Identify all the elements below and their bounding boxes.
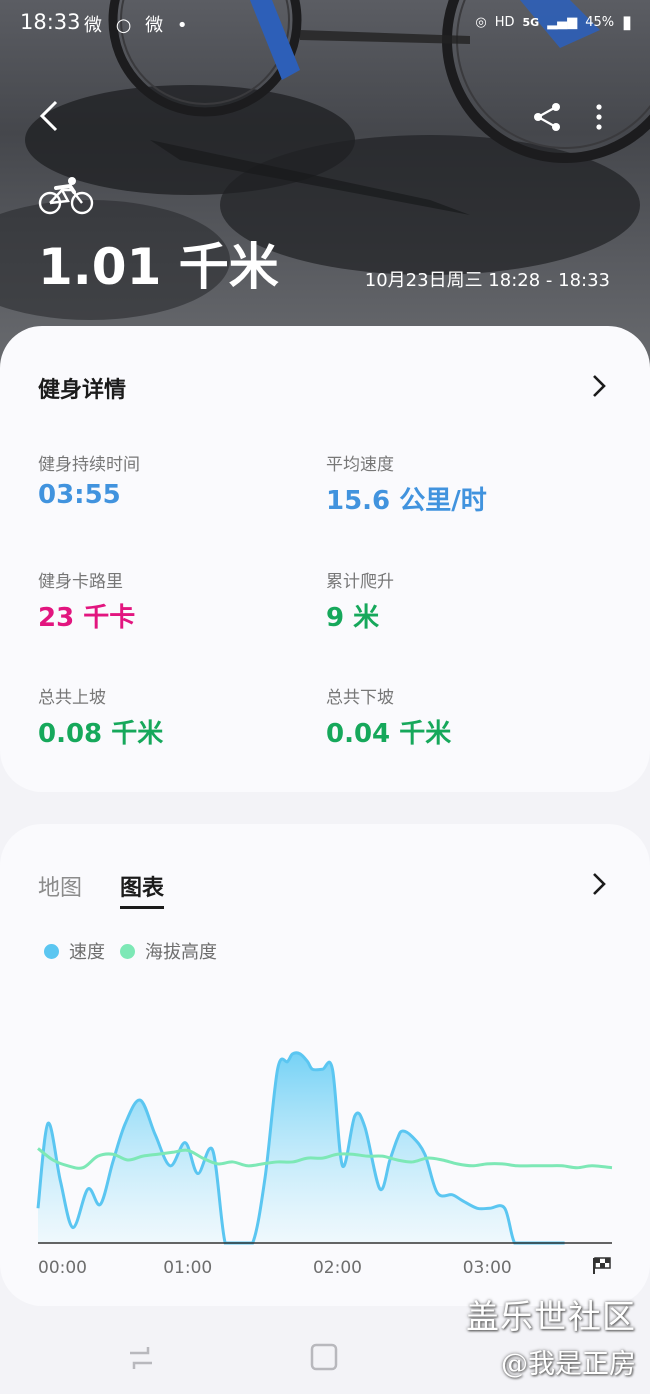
checkered-flag-icon: [593, 1257, 611, 1274]
notification-icons: 微 ○ 微 •: [84, 15, 192, 36]
chart-chevron-right-icon[interactable]: [588, 870, 610, 898]
watermark-community: 盖乐世社区: [466, 1297, 636, 1336]
avg-speed-value: 15.6 公里/时: [326, 486, 487, 516]
hero-banner: 18:33 微 ○ 微 • ◎ HD 5G ▂▄▆ 45% ▮ 1.01 千米 …: [0, 0, 650, 380]
cycling-icon: [38, 177, 94, 215]
workout-datetime: 10月23日周三 18:28 - 18:33: [364, 270, 610, 291]
x-tick-label: 02:00: [313, 1258, 362, 1278]
share-button[interactable]: [530, 100, 564, 134]
uphill-label: 总共上坡: [38, 688, 106, 708]
back-arrow-icon: [39, 100, 58, 132]
more-options-button[interactable]: [588, 100, 610, 134]
x-tick-label: 01:00: [163, 1258, 212, 1278]
status-time: 18:33: [20, 10, 81, 34]
details-title: 健身详情: [38, 378, 127, 403]
duration-label: 健身持续时间: [38, 455, 140, 475]
hd-indicator: HD: [494, 15, 515, 30]
elevation-gain-label: 累计爬升: [326, 572, 394, 592]
calories-value: 23 千卡: [38, 603, 136, 633]
distance-value: 1.01 千米: [38, 238, 279, 296]
details-chevron-right-icon[interactable]: [588, 372, 610, 400]
back-button[interactable]: [30, 96, 70, 136]
tab-chart[interactable]: 图表: [120, 870, 165, 909]
tab-map[interactable]: 地图: [38, 870, 82, 902]
calories-label: 健身卡路里: [38, 572, 123, 592]
share-icon: [534, 103, 560, 131]
more-vertical-icon: [596, 104, 602, 130]
downhill-label: 总共下坡: [326, 688, 394, 708]
signal-icon: ▂▄▆: [547, 15, 578, 30]
watermark-author: @我是正房: [501, 1349, 636, 1380]
battery-icon: ▮: [622, 12, 632, 33]
status-bar: 18:33 微 ○ 微 • ◎ HD 5G ▂▄▆ 45% ▮: [0, 0, 650, 48]
cyclist-photo: [0, 0, 650, 320]
x-tick-label: 03:00: [463, 1258, 512, 1278]
altitude-legend-dot: [120, 943, 135, 959]
network-indicator: 5G: [522, 16, 540, 29]
uphill-value: 0.08 千米: [38, 719, 164, 749]
speed-altitude-chart: 00:00 01:00 02:00 03:00: [36, 1051, 613, 1278]
recent-apps-icon[interactable]: [126, 1343, 156, 1373]
elevation-gain-value: 9 米: [326, 603, 380, 633]
battery-percent: 45%: [585, 15, 615, 30]
avg-speed-label: 平均速度: [326, 455, 394, 475]
status-right: ◎ HD 5G ▂▄▆ 45% ▮: [475, 12, 632, 33]
x-tick-label: 00:00: [38, 1258, 87, 1278]
home-icon[interactable]: [309, 1342, 339, 1372]
duration-value: 03:55: [38, 480, 121, 510]
downhill-value: 0.04 千米: [326, 719, 452, 749]
hotspot-icon: ◎: [475, 15, 487, 30]
speed-legend-dot: [44, 943, 59, 959]
